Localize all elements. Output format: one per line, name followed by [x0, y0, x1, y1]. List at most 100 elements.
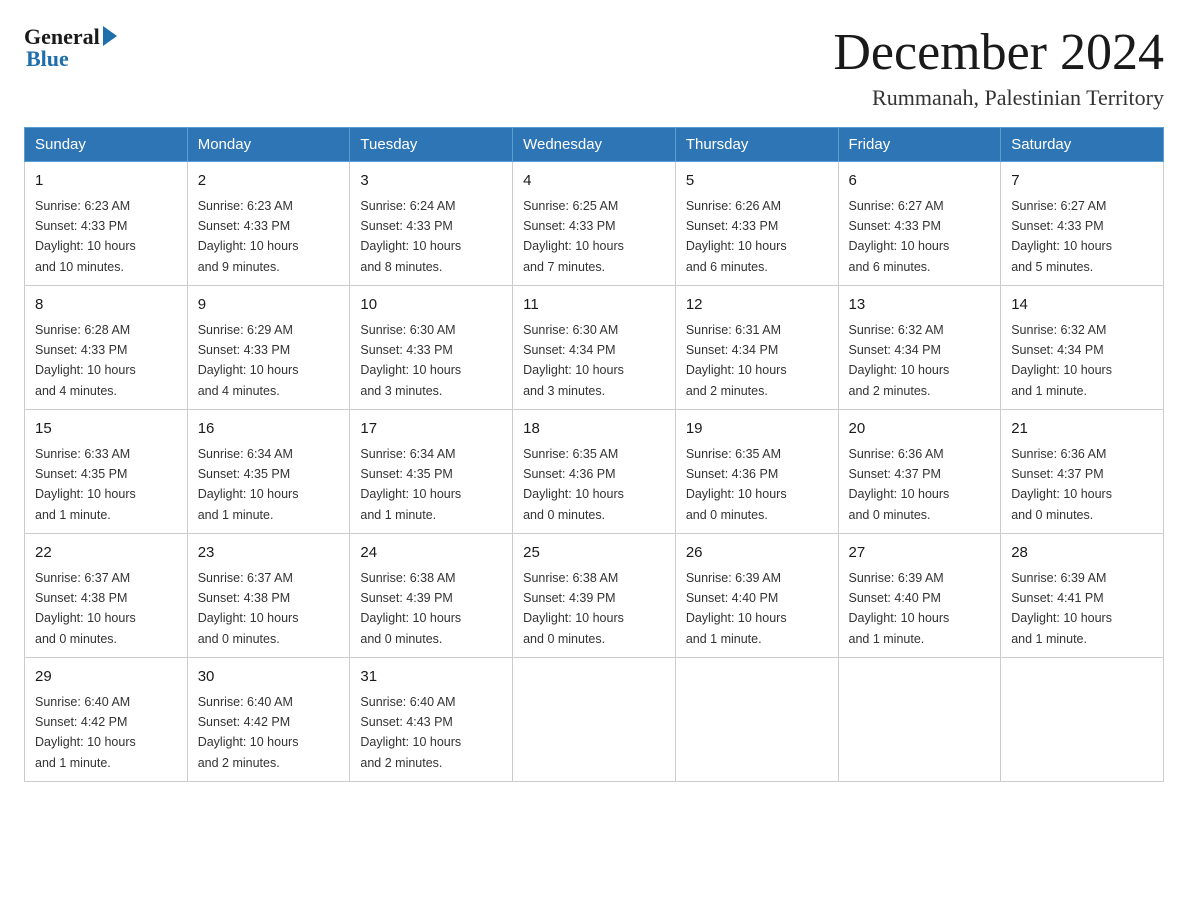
page-header: General Blue December 2024 Rummanah, Pal…: [24, 24, 1164, 111]
day-number: 6: [849, 170, 991, 193]
day-info: Sunrise: 6:30 AMSunset: 4:34 PMDaylight:…: [523, 323, 624, 398]
day-info: Sunrise: 6:31 AMSunset: 4:34 PMDaylight:…: [686, 323, 787, 398]
day-number: 17: [360, 418, 502, 441]
day-number: 13: [849, 294, 991, 317]
calendar-cell: 2Sunrise: 6:23 AMSunset: 4:33 PMDaylight…: [187, 162, 350, 286]
day-number: 31: [360, 666, 502, 689]
calendar-cell: 22 Sunrise: 6:37 AMSunset: 4:38 PMDayligh…: [25, 534, 188, 658]
calendar-cell: 29Sunrise: 6:40 AMSunset: 4:42 PMDayligh…: [25, 658, 188, 782]
day-info: Sunrise: 6:27 AMSunset: 4:33 PMDaylight:…: [849, 199, 950, 274]
day-info: Sunrise: 6:37 AMSunset: 4:38 PMDaylight:…: [198, 571, 299, 646]
day-number: 20: [849, 418, 991, 441]
calendar-cell: 10 Sunrise: 6:30 AMSunset: 4:33 PMDayligh…: [350, 286, 513, 410]
calendar-cell: [675, 658, 838, 782]
day-info: Sunrise: 6:39 AMSunset: 4:40 PMDaylight:…: [686, 571, 787, 646]
calendar-cell: 6 Sunrise: 6:27 AMSunset: 4:33 PMDaylight…: [838, 162, 1001, 286]
calendar-week-row: 1 Sunrise: 6:23 AMSunset: 4:33 PMDaylight…: [25, 162, 1164, 286]
day-info: Sunrise: 6:30 AMSunset: 4:33 PMDaylight:…: [360, 323, 461, 398]
day-info: Sunrise: 6:38 AMSunset: 4:39 PMDaylight:…: [360, 571, 461, 646]
day-number: 12: [686, 294, 828, 317]
calendar-cell: 18Sunrise: 6:35 AMSunset: 4:36 PMDayligh…: [513, 410, 676, 534]
calendar-cell: 16 Sunrise: 6:34 AMSunset: 4:35 PMDayligh…: [187, 410, 350, 534]
day-info: Sunrise: 6:34 AMSunset: 4:35 PMDaylight:…: [360, 447, 461, 522]
day-number: 26: [686, 542, 828, 565]
day-info: Sunrise: 6:38 AMSunset: 4:39 PMDaylight:…: [523, 571, 624, 646]
calendar-cell: 31 Sunrise: 6:40 AMSunset: 4:43 PMDayligh…: [350, 658, 513, 782]
day-header-saturday: Saturday: [1001, 128, 1164, 162]
day-info: Sunrise: 6:28 AMSunset: 4:33 PMDaylight:…: [35, 323, 136, 398]
day-number: 22: [35, 542, 177, 565]
calendar-cell: 21Sunrise: 6:36 AMSunset: 4:37 PMDayligh…: [1001, 410, 1164, 534]
calendar-cell: 13Sunrise: 6:32 AMSunset: 4:34 PMDayligh…: [838, 286, 1001, 410]
calendar-cell: [838, 658, 1001, 782]
day-info: Sunrise: 6:23 AMSunset: 4:33 PMDaylight:…: [35, 199, 136, 274]
day-number: 23: [198, 542, 340, 565]
calendar-cell: 4Sunrise: 6:25 AMSunset: 4:33 PMDaylight…: [513, 162, 676, 286]
day-info: Sunrise: 6:35 AMSunset: 4:36 PMDaylight:…: [686, 447, 787, 522]
day-header-sunday: Sunday: [25, 128, 188, 162]
day-info: Sunrise: 6:37 AMSunset: 4:38 PMDaylight:…: [35, 571, 136, 646]
day-info: Sunrise: 6:33 AMSunset: 4:35 PMDaylight:…: [35, 447, 136, 522]
day-number: 25: [523, 542, 665, 565]
day-number: 24: [360, 542, 502, 565]
calendar-cell: 26 Sunrise: 6:39 AMSunset: 4:40 PMDayligh…: [675, 534, 838, 658]
day-info: Sunrise: 6:39 AMSunset: 4:40 PMDaylight:…: [849, 571, 950, 646]
logo-blue-text: Blue: [24, 46, 69, 72]
day-info: Sunrise: 6:40 AMSunset: 4:42 PMDaylight:…: [198, 695, 299, 770]
calendar-cell: 25 Sunrise: 6:38 AMSunset: 4:39 PMDayligh…: [513, 534, 676, 658]
calendar-cell: 14 Sunrise: 6:32 AMSunset: 4:34 PMDayligh…: [1001, 286, 1164, 410]
day-info: Sunrise: 6:25 AMSunset: 4:33 PMDaylight:…: [523, 199, 624, 274]
day-number: 18: [523, 418, 665, 441]
calendar-cell: 9 Sunrise: 6:29 AMSunset: 4:33 PMDaylight…: [187, 286, 350, 410]
day-info: Sunrise: 6:36 AMSunset: 4:37 PMDaylight:…: [1011, 447, 1112, 522]
calendar-week-row: 29 Sunrise: 6:40 AMSunset: 4:42 PMDayligh…: [25, 658, 1164, 782]
calendar-table: SundayMondayTuesdayWednesdayThursdayFrid…: [24, 127, 1164, 782]
day-info: Sunrise: 6:40 AMSunset: 4:43 PMDaylight:…: [360, 695, 461, 770]
day-number: 5: [686, 170, 828, 193]
calendar-cell: 24 Sunrise: 6:38 AMSunset: 4:39 PMDayligh…: [350, 534, 513, 658]
day-info: Sunrise: 6:32 AMSunset: 4:34 PMDaylight:…: [1011, 323, 1112, 398]
title-block: December 2024 Rummanah, Palestinian Terr…: [833, 24, 1164, 111]
day-number: 30: [198, 666, 340, 689]
day-number: 29: [35, 666, 177, 689]
day-header-friday: Friday: [838, 128, 1001, 162]
day-number: 16: [198, 418, 340, 441]
day-header-monday: Monday: [187, 128, 350, 162]
day-number: 2: [198, 170, 340, 193]
calendar-week-row: 8 Sunrise: 6:28 AMSunset: 4:33 PMDaylight…: [25, 286, 1164, 410]
day-number: 14: [1011, 294, 1153, 317]
day-number: 8: [35, 294, 177, 317]
day-info: Sunrise: 6:36 AMSunset: 4:37 PMDaylight:…: [849, 447, 950, 522]
day-number: 19: [686, 418, 828, 441]
day-number: 28: [1011, 542, 1153, 565]
calendar-cell: 23 Sunrise: 6:37 AMSunset: 4:38 PMDayligh…: [187, 534, 350, 658]
logo: General Blue: [24, 24, 117, 72]
calendar-cell: 17 Sunrise: 6:34 AMSunset: 4:35 PMDayligh…: [350, 410, 513, 534]
day-header-thursday: Thursday: [675, 128, 838, 162]
calendar-cell: 12 Sunrise: 6:31 AMSunset: 4:34 PMDayligh…: [675, 286, 838, 410]
day-info: Sunrise: 6:39 AMSunset: 4:41 PMDaylight:…: [1011, 571, 1112, 646]
calendar-cell: 27 Sunrise: 6:39 AMSunset: 4:40 PMDayligh…: [838, 534, 1001, 658]
day-header-wednesday: Wednesday: [513, 128, 676, 162]
calendar-cell: 8 Sunrise: 6:28 AMSunset: 4:33 PMDaylight…: [25, 286, 188, 410]
calendar-week-row: 15 Sunrise: 6:33 AMSunset: 4:35 PMDayligh…: [25, 410, 1164, 534]
day-number: 11: [523, 294, 665, 317]
calendar-cell: 1 Sunrise: 6:23 AMSunset: 4:33 PMDaylight…: [25, 162, 188, 286]
month-year-title: December 2024: [833, 24, 1164, 81]
day-header-tuesday: Tuesday: [350, 128, 513, 162]
day-number: 9: [198, 294, 340, 317]
day-number: 15: [35, 418, 177, 441]
day-info: Sunrise: 6:29 AMSunset: 4:33 PMDaylight:…: [198, 323, 299, 398]
calendar-cell: 3 Sunrise: 6:24 AMSunset: 4:33 PMDaylight…: [350, 162, 513, 286]
day-info: Sunrise: 6:24 AMSunset: 4:33 PMDaylight:…: [360, 199, 461, 274]
calendar-cell: [1001, 658, 1164, 782]
day-info: Sunrise: 6:34 AMSunset: 4:35 PMDaylight:…: [198, 447, 299, 522]
day-number: 7: [1011, 170, 1153, 193]
day-number: 1: [35, 170, 177, 193]
day-number: 27: [849, 542, 991, 565]
day-info: Sunrise: 6:27 AMSunset: 4:33 PMDaylight:…: [1011, 199, 1112, 274]
day-number: 10: [360, 294, 502, 317]
day-info: Sunrise: 6:26 AMSunset: 4:33 PMDaylight:…: [686, 199, 787, 274]
calendar-cell: 30 Sunrise: 6:40 AMSunset: 4:42 PMDayligh…: [187, 658, 350, 782]
day-number: 3: [360, 170, 502, 193]
